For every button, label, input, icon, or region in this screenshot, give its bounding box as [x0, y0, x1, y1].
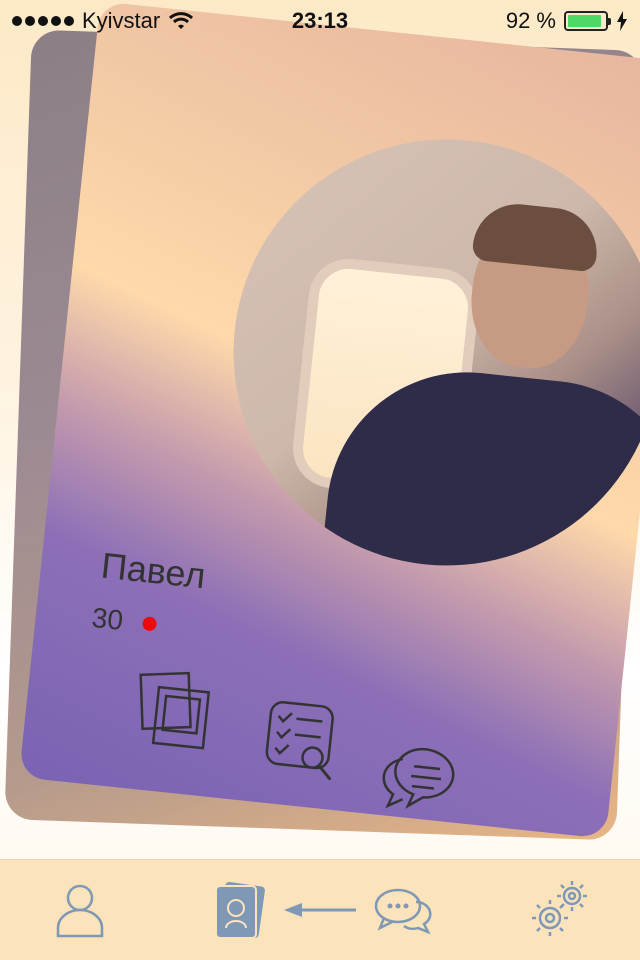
status-bar: Kyivstar 23:13 92 %: [0, 0, 640, 40]
battery-icon: [564, 11, 611, 31]
arrow-left-icon: [284, 903, 356, 917]
checklist-search-icon: [265, 701, 334, 781]
battery-fill: [568, 15, 602, 27]
settings-gears-icon: [532, 881, 587, 936]
profile-icon: [56, 884, 104, 938]
photo-person-hair: [471, 199, 602, 273]
profile-name: Павел: [99, 544, 208, 597]
charging-bolt-icon: [617, 11, 627, 31]
photos-button[interactable]: [131, 665, 221, 755]
cards-icon: [215, 881, 265, 939]
tab-settings[interactable]: [528, 878, 592, 942]
profile-card[interactable]: Павел 30: [18, 1, 640, 839]
profile-age: 30: [90, 601, 125, 636]
photos-icon: [139, 671, 211, 750]
status-right: 92 %: [506, 8, 628, 34]
tab-messages[interactable]: [370, 878, 434, 942]
chat-bubbles-icon: [382, 748, 455, 809]
online-status-dot: [142, 616, 158, 632]
questionnaire-button[interactable]: [258, 694, 348, 784]
chat-button[interactable]: [377, 733, 467, 823]
profile-age-row: 30: [90, 602, 158, 641]
tab-bar: [0, 859, 640, 960]
profile-photo[interactable]: [212, 118, 640, 587]
battery-percent: 92 %: [505, 8, 556, 33]
messages-icon: [374, 888, 432, 935]
tab-cards[interactable]: [208, 878, 272, 942]
tab-profile[interactable]: [48, 878, 112, 942]
